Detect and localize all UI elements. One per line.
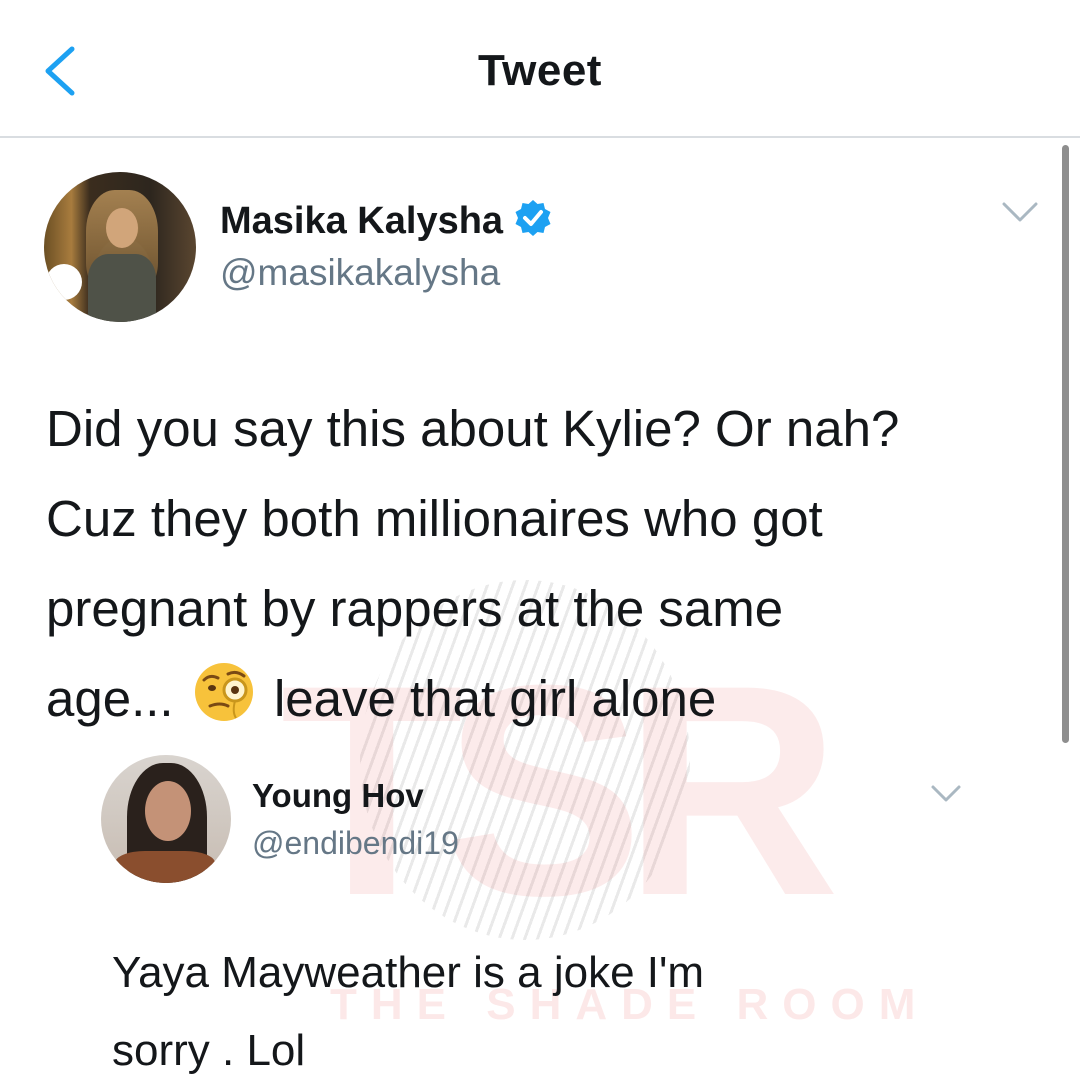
avatar[interactable]: [44, 172, 196, 322]
quoted-author-handle[interactable]: @endibendi19: [252, 825, 459, 862]
tweet-options-button[interactable]: [1000, 200, 1040, 229]
tweet-text-line: Did you say this about Kylie? Or nah?: [46, 400, 900, 457]
quoted-tweet-options-button[interactable]: [930, 784, 962, 809]
quoted-avatar[interactable]: [101, 755, 231, 883]
quoted-text-line: Yaya Mayweather is a joke I'm: [112, 948, 705, 997]
author-name[interactable]: Masika Kalysha: [220, 198, 553, 248]
author-name-text: Masika Kalysha: [220, 200, 504, 242]
page-title: Tweet: [478, 46, 602, 95]
quoted-text-line: sorry . Lol: [112, 1026, 306, 1075]
verified-badge-icon: [513, 198, 553, 248]
tweet-text-segment: age...: [46, 670, 174, 727]
tweet-text-segment: leave that girl alone: [273, 670, 717, 727]
face-with-monocle-emoji-icon: [192, 660, 256, 752]
tweet-text: Did you say this about Kylie? Or nah? Cu…: [46, 384, 1046, 752]
quoted-author-name[interactable]: Young Hov: [252, 777, 424, 815]
scrollbar[interactable]: [1062, 145, 1069, 743]
chevron-down-icon: [931, 785, 961, 802]
nav-header: Tweet: [0, 0, 1080, 138]
quoted-tweet-text: Yaya Mayweather is a joke I'm sorry . Lo…: [112, 934, 912, 1080]
chevron-down-icon: [1002, 202, 1038, 222]
tweet-text-line: age... leave that girl alone: [46, 654, 1046, 752]
tweet-screen: TSR THE SHADE ROOM Tweet Masika Kalysha …: [0, 0, 1080, 1080]
tweet-text-line: pregnant by rappers at the same: [46, 580, 784, 637]
tweet-text-line: Cuz they both millionaires who got: [46, 490, 823, 547]
author-handle[interactable]: @masikakalysha: [220, 252, 500, 294]
